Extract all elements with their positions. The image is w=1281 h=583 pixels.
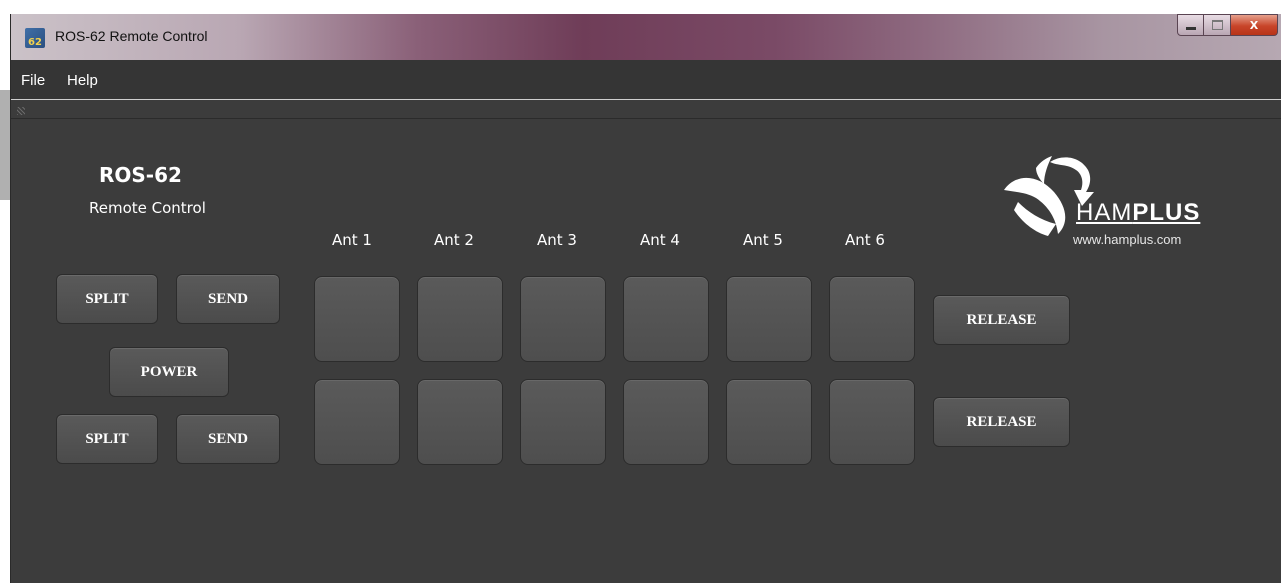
ant-5-top-button[interactable] <box>726 276 812 362</box>
toolbar-divider <box>11 118 1281 119</box>
menu-bar: File Help <box>11 60 1281 100</box>
close-button[interactable]: X <box>1231 14 1278 36</box>
maximize-button[interactable] <box>1204 14 1231 36</box>
ant-2-top-button[interactable] <box>417 276 503 362</box>
app-window: 62 ROS-62 Remote Control X File Help ROS… <box>10 14 1281 583</box>
ant-label-2: Ant 2 <box>434 231 474 249</box>
hamplus-brand-bold: PLUS <box>1132 199 1201 226</box>
ant-4-bottom-button[interactable] <box>623 379 709 465</box>
title-bar[interactable]: 62 ROS-62 Remote Control X <box>11 14 1281 60</box>
release-button-bottom[interactable]: RELEASE <box>933 397 1070 447</box>
ant-label-3: Ant 3 <box>537 231 577 249</box>
ant-label-1: Ant 1 <box>332 231 372 249</box>
split-button-top[interactable]: SPLIT <box>56 274 158 324</box>
minimize-button[interactable] <box>1177 14 1204 36</box>
ant-4-top-button[interactable] <box>623 276 709 362</box>
split-button-bottom[interactable]: SPLIT <box>56 414 158 464</box>
hamplus-brand: HAMPLUS <box>1076 199 1200 227</box>
ant-1-top-button[interactable] <box>314 276 400 362</box>
toolbar-grip-icon[interactable] <box>17 107 25 115</box>
ant-1-bottom-button[interactable] <box>314 379 400 465</box>
ant-label-6: Ant 6 <box>845 231 885 249</box>
window-controls: X <box>1177 14 1278 36</box>
hamplus-url: www.hamplus.com <box>1073 232 1182 247</box>
ant-label-4: Ant 4 <box>640 231 680 249</box>
power-button[interactable]: POWER <box>109 347 229 397</box>
release-button-top[interactable]: RELEASE <box>933 295 1070 345</box>
menu-file[interactable]: File <box>21 72 45 89</box>
background-window-edge <box>0 90 10 200</box>
app-icon-text: 62 <box>28 37 42 48</box>
ant-6-bottom-button[interactable] <box>829 379 915 465</box>
send-button-top[interactable]: SEND <box>176 274 280 324</box>
send-button-bottom[interactable]: SEND <box>176 414 280 464</box>
menu-help[interactable]: Help <box>67 72 98 89</box>
window-title: ROS-62 Remote Control <box>55 28 208 44</box>
ant-label-5: Ant 5 <box>743 231 783 249</box>
app-icon: 62 <box>25 28 45 48</box>
ant-3-bottom-button[interactable] <box>520 379 606 465</box>
ant-6-top-button[interactable] <box>829 276 915 362</box>
device-name: ROS-62 <box>99 163 182 187</box>
maximize-icon <box>1211 20 1223 30</box>
close-icon: X <box>1249 18 1259 32</box>
ant-5-bottom-button[interactable] <box>726 379 812 465</box>
device-subtitle: Remote Control <box>89 199 206 217</box>
ant-3-top-button[interactable] <box>520 276 606 362</box>
ant-2-bottom-button[interactable] <box>417 379 503 465</box>
hamplus-brand-light: HAM <box>1076 199 1133 226</box>
minimize-icon <box>1185 27 1196 30</box>
